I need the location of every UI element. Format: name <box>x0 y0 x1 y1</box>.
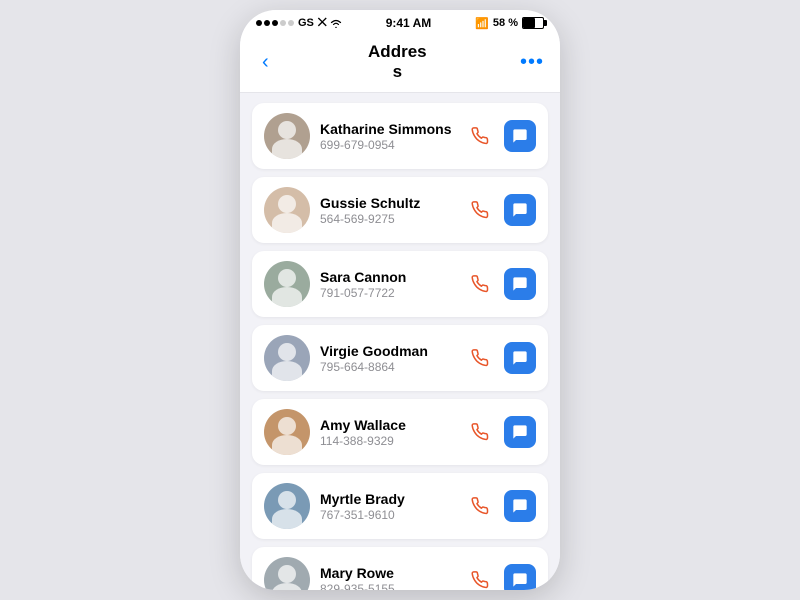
dot-4 <box>280 20 286 26</box>
carrier-label: GS <box>298 17 314 29</box>
more-button[interactable]: ••• <box>520 51 544 74</box>
contact-info: Gussie Schultz 564-569-9275 <box>320 195 454 226</box>
dot-1 <box>256 20 262 26</box>
contact-phone: 699-679-0954 <box>320 138 454 152</box>
phone-frame: GS ⨉ 9:41 AM 📶 58 % ‹ Address ••• <box>240 10 560 590</box>
avatar <box>264 261 310 307</box>
nav-bar: ‹ Address ••• <box>240 34 560 93</box>
contact-name: Myrtle Brady <box>320 491 454 507</box>
contact-info: Katharine Simmons 699-679-0954 <box>320 121 454 152</box>
contact-actions <box>464 120 536 152</box>
message-button[interactable] <box>504 268 536 300</box>
battery-icon <box>522 17 544 29</box>
message-button[interactable] <box>504 564 536 590</box>
contact-phone: 795-664-8864 <box>320 360 454 374</box>
message-button[interactable] <box>504 416 536 448</box>
list-item[interactable]: Virgie Goodman 795-664-8864 <box>252 325 548 391</box>
contact-name: Virgie Goodman <box>320 343 454 359</box>
dot-5 <box>288 20 294 26</box>
contact-info: Virgie Goodman 795-664-8864 <box>320 343 454 374</box>
contact-actions <box>464 194 536 226</box>
battery-label: 58 % <box>493 17 518 29</box>
wifi-icon: ⨉ <box>318 17 342 30</box>
call-button[interactable] <box>464 194 496 226</box>
page-title: Address <box>368 42 427 82</box>
status-bar: GS ⨉ 9:41 AM 📶 58 % <box>240 10 560 34</box>
contact-actions <box>464 490 536 522</box>
avatar <box>264 483 310 529</box>
status-right: 📶 58 % <box>475 17 544 30</box>
call-button[interactable] <box>464 120 496 152</box>
contact-name: Amy Wallace <box>320 417 454 433</box>
list-item[interactable]: Amy Wallace 114-388-9329 <box>252 399 548 465</box>
list-item[interactable]: Sara Cannon 791-057-7722 <box>252 251 548 317</box>
contact-actions <box>464 268 536 300</box>
back-button[interactable]: ‹ <box>256 49 275 76</box>
dot-2 <box>264 20 270 26</box>
contact-phone: 564-569-9275 <box>320 212 454 226</box>
list-item[interactable]: Gussie Schultz 564-569-9275 <box>252 177 548 243</box>
call-button[interactable] <box>464 268 496 300</box>
list-item[interactable]: Katharine Simmons 699-679-0954 <box>252 103 548 169</box>
avatar <box>264 335 310 381</box>
avatar <box>264 409 310 455</box>
message-button[interactable] <box>504 342 536 374</box>
message-button[interactable] <box>504 490 536 522</box>
list-item[interactable]: Myrtle Brady 767-351-9610 <box>252 473 548 539</box>
message-button[interactable] <box>504 120 536 152</box>
call-button[interactable] <box>464 490 496 522</box>
contact-phone: 791-057-7722 <box>320 286 454 300</box>
contact-actions <box>464 416 536 448</box>
call-button[interactable] <box>464 564 496 590</box>
contact-actions <box>464 564 536 590</box>
dot-3 <box>272 20 278 26</box>
signal-dots <box>256 20 294 26</box>
contact-info: Myrtle Brady 767-351-9610 <box>320 491 454 522</box>
contact-info: Amy Wallace 114-388-9329 <box>320 417 454 448</box>
contact-name: Sara Cannon <box>320 269 454 285</box>
call-button[interactable] <box>464 342 496 374</box>
contact-name: Mary Rowe <box>320 565 454 581</box>
contact-name: Katharine Simmons <box>320 121 454 137</box>
message-button[interactable] <box>504 194 536 226</box>
list-item[interactable]: Mary Rowe 829-935-5155 <box>252 547 548 590</box>
avatar <box>264 187 310 233</box>
contact-list: Katharine Simmons 699-679-0954 <box>240 93 560 590</box>
contact-info: Mary Rowe 829-935-5155 <box>320 565 454 591</box>
bluetooth-icon: 📶 <box>475 17 489 30</box>
contact-name: Gussie Schultz <box>320 195 454 211</box>
contact-info: Sara Cannon 791-057-7722 <box>320 269 454 300</box>
contact-phone: 829-935-5155 <box>320 582 454 591</box>
contact-phone: 767-351-9610 <box>320 508 454 522</box>
contact-actions <box>464 342 536 374</box>
avatar <box>264 557 310 590</box>
status-time: 9:41 AM <box>386 16 432 30</box>
avatar <box>264 113 310 159</box>
status-left: GS ⨉ <box>256 17 342 30</box>
call-button[interactable] <box>464 416 496 448</box>
contact-phone: 114-388-9329 <box>320 434 454 448</box>
